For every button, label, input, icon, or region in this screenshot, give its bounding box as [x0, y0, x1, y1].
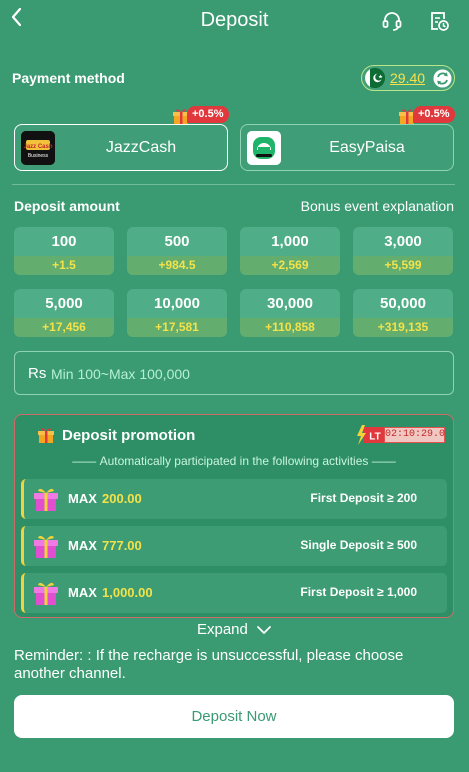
gift-box-icon	[34, 535, 58, 558]
amount-value: 30,000	[267, 295, 313, 312]
amount-bonus: +5,599	[353, 256, 453, 275]
max-value: 200.00	[102, 491, 142, 506]
svg-text:LT: LT	[369, 432, 380, 443]
expand-toggle[interactable]: Expand	[0, 621, 469, 638]
amount-option-3000[interactable]: 3,000 +5,599	[353, 227, 453, 275]
amount-bonus: +319,135	[353, 318, 453, 337]
promotion-countdown: 02:10:29.0	[384, 427, 445, 443]
easypaisa-logo	[247, 131, 281, 165]
deposit-now-button[interactable]: Deposit Now	[14, 695, 454, 738]
amount-option-5000[interactable]: 5,000 +17,456	[14, 289, 114, 337]
svg-text:Business: Business	[28, 153, 49, 159]
amount-value: 50,000	[380, 295, 426, 312]
deposit-history-button[interactable]	[428, 10, 450, 32]
promotion-condition: First Deposit ≥ 200	[310, 491, 417, 505]
max-value: 777.00	[102, 538, 142, 553]
amount-value: 3,000	[384, 233, 422, 250]
amount-value: 5,000	[45, 295, 83, 312]
payment-option-jazzcash[interactable]: Jazz Cash Business JazzCash	[14, 124, 228, 171]
deposit-amount-label: Deposit amount	[14, 198, 120, 214]
amount-bonus: +1.5	[14, 256, 114, 275]
amount-bonus: +110,858	[240, 318, 340, 337]
amount-value: 1,000	[271, 233, 309, 250]
bonus-percent: +0.5%	[187, 106, 229, 123]
amount-bonus: +2,569	[240, 256, 340, 275]
max-label: MAX	[68, 585, 97, 600]
promotion-row-single-deposit-500[interactable]: MAX 777.00 Single Deposit ≥ 500	[21, 526, 447, 566]
amount-value: 100	[51, 233, 77, 250]
amount-value: 10,000	[154, 295, 200, 312]
jazzcash-logo: Jazz Cash Business	[21, 131, 55, 165]
gift-box-icon	[34, 582, 58, 605]
refresh-icon	[433, 69, 452, 88]
amount-bonus: +17,581	[127, 318, 227, 337]
max-label: MAX	[68, 491, 97, 506]
svg-text:Jazz Cash: Jazz Cash	[23, 144, 52, 150]
promotion-subtitle: —— Automatically participated in the fol…	[72, 454, 396, 468]
payment-option-easypaisa[interactable]: EasyPaisa	[240, 124, 454, 171]
bonus-percent: +0.5%	[413, 106, 455, 123]
headset-icon	[382, 12, 402, 31]
amount-option-1000[interactable]: 1,000 +2,569	[240, 227, 340, 275]
balance-value: 29.40	[390, 70, 426, 86]
amount-option-30000[interactable]: 30,000 +110,858	[240, 289, 340, 337]
payment-option-name: EasyPaisa	[329, 139, 405, 156]
deposit-promotion-panel: Deposit promotion LT 02:10:29.0 —— Autom…	[14, 414, 454, 618]
amount-option-100[interactable]: 100 +1.5	[14, 227, 114, 275]
currency-prefix: Rs	[28, 365, 47, 382]
amount-input-box: Rs	[14, 351, 454, 395]
max-value: 1,000.00	[102, 585, 153, 600]
header-bar: Deposit	[0, 0, 469, 44]
refresh-balance-button[interactable]	[433, 69, 452, 88]
amount-value: 500	[164, 233, 190, 250]
gift-box-icon	[34, 488, 58, 511]
payment-method-label: Payment method	[12, 70, 125, 86]
lightning-badge-icon: LT	[357, 425, 384, 445]
wallet-balance: 29.40	[361, 65, 455, 91]
promotion-row-first-deposit-200[interactable]: MAX 200.00 First Deposit ≥ 200	[21, 479, 447, 519]
promotion-condition: First Deposit ≥ 1,000	[300, 585, 417, 599]
promotion-title: Deposit promotion	[62, 427, 196, 444]
amount-option-500[interactable]: 500 +984.5	[127, 227, 227, 275]
promotion-row-first-deposit-1000[interactable]: MAX 1,000.00 First Deposit ≥ 1,000	[21, 573, 447, 613]
records-clock-icon	[431, 12, 449, 31]
promotion-condition: Single Deposit ≥ 500	[300, 538, 417, 552]
gift-icon	[38, 428, 54, 443]
amount-bonus: +984.5	[127, 256, 227, 275]
amount-input[interactable]	[51, 360, 441, 388]
reminder-text: Reminder: : If the recharge is unsuccess…	[14, 647, 404, 682]
payment-option-name: JazzCash	[105, 139, 177, 156]
expand-label: Expand	[196, 621, 248, 638]
customer-support-button[interactable]	[381, 10, 403, 32]
amount-option-10000[interactable]: 10,000 +17,581	[127, 289, 227, 337]
section-divider	[12, 184, 455, 185]
amount-option-50000[interactable]: 50,000 +319,135	[353, 289, 453, 337]
pakistan-flag-icon	[365, 68, 385, 88]
bonus-explanation-link[interactable]: Bonus event explanation	[301, 198, 454, 214]
amount-bonus: +17,456	[14, 318, 114, 337]
chevron-down-icon	[257, 626, 271, 634]
max-label: MAX	[68, 538, 97, 553]
